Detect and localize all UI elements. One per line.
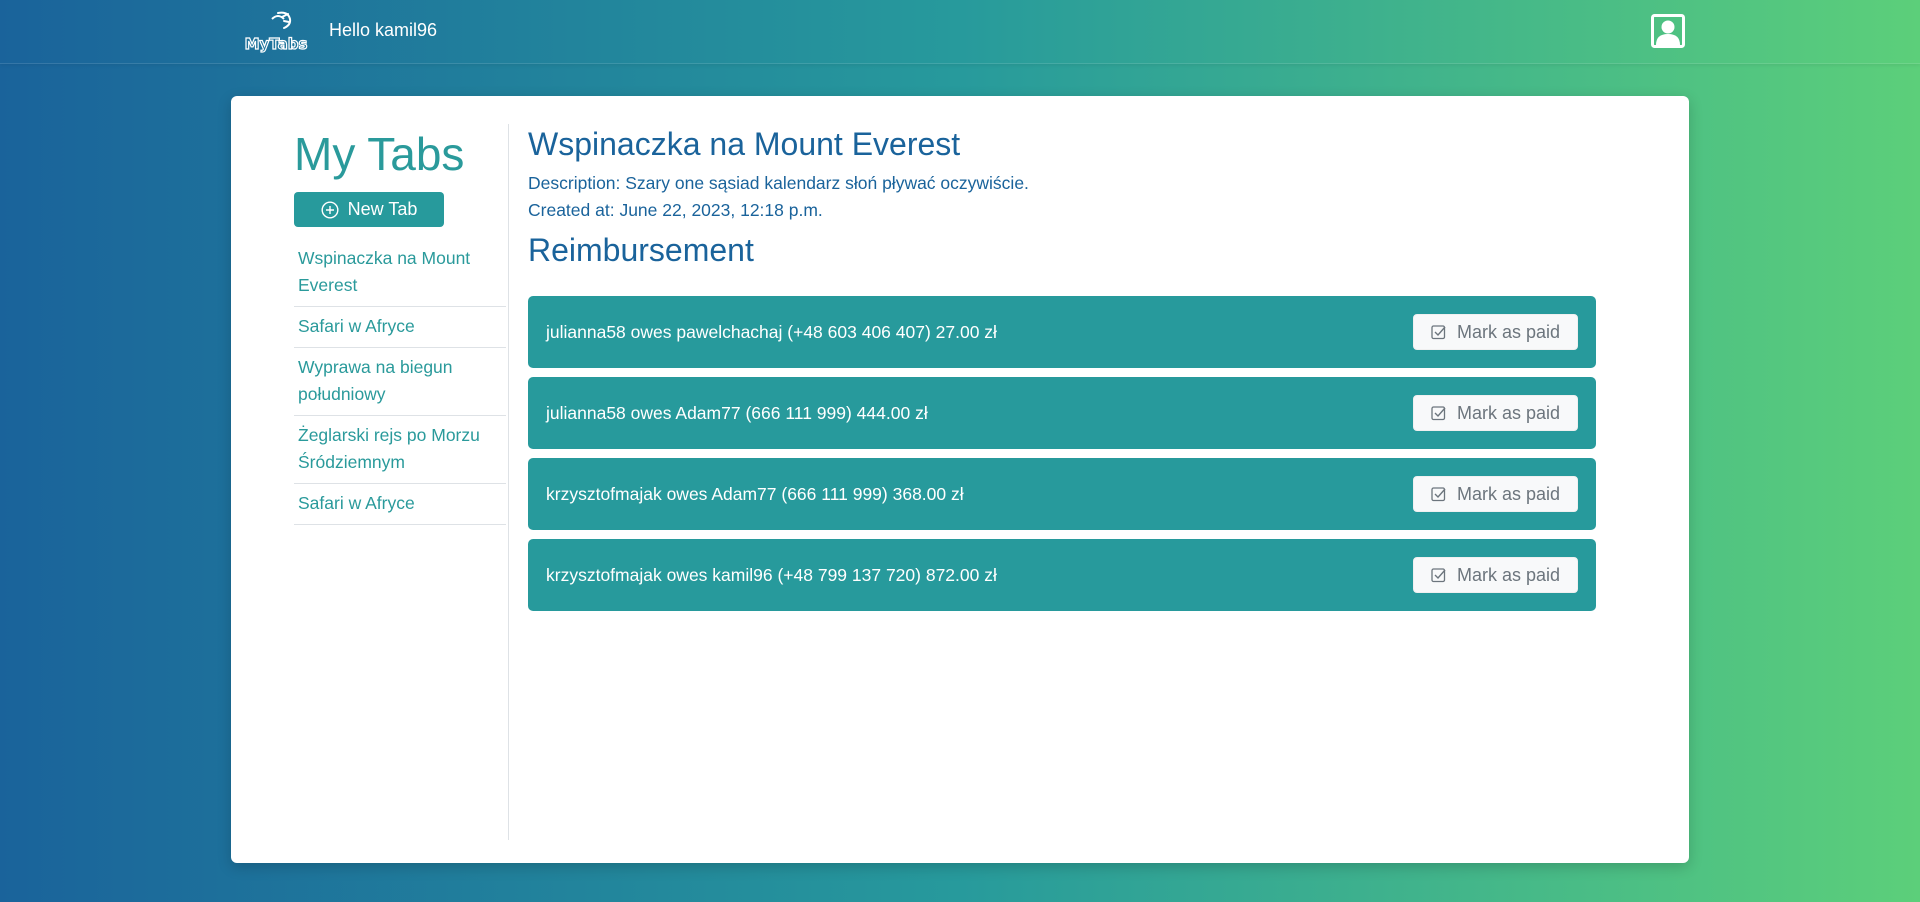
sidebar-title: My Tabs — [294, 128, 465, 180]
reimbursement-text: julianna58 owes pawelchachaj (+48 603 40… — [546, 321, 997, 342]
reimbursement-text: krzysztofmajak owes kamil96 (+48 799 137… — [546, 564, 997, 585]
sidebar-item-tab[interactable]: Wspinaczka na Mount Everest — [294, 239, 506, 307]
reimbursement-row: krzysztofmajak owes kamil96 (+48 799 137… — [528, 539, 1596, 611]
new-tab-button[interactable]: New Tab — [294, 192, 444, 227]
content-card: My Tabs New Tab Wspinaczka na Mount Ever… — [231, 96, 1689, 863]
tab-detail: Wspinaczka na Mount Everest Description:… — [528, 124, 1596, 620]
new-tab-label: New Tab — [347, 199, 418, 219]
mark-as-paid-label: Mark as paid — [1456, 483, 1561, 504]
top-navbar: MyTabs Hello kamil96 — [0, 0, 1920, 64]
sidebar-item-tab[interactable]: Safari w Afryce — [294, 484, 506, 525]
sidebar-item-tab[interactable]: Żeglarski rejs po Morzu Śródziemnym — [294, 416, 506, 484]
check-square-icon — [1431, 568, 1446, 583]
mark-as-paid-label: Mark as paid — [1456, 564, 1561, 585]
tab-created-at: Created at: June 22, 2023, 12:18 p.m. — [528, 200, 823, 220]
check-square-icon — [1431, 406, 1446, 421]
check-square-icon — [1431, 487, 1446, 502]
tab-list: Wspinaczka na Mount Everest Safari w Afr… — [294, 239, 506, 525]
reimbursement-row: krzysztofmajak owes Adam77 (666 111 999)… — [528, 458, 1596, 530]
mark-as-paid-label: Mark as paid — [1456, 321, 1561, 342]
check-square-icon — [1431, 325, 1446, 340]
tab-description: Description: Szary one sąsiad kalendarz … — [528, 173, 1029, 193]
user-profile-button[interactable] — [1651, 14, 1685, 48]
reimbursement-text: julianna58 owes Adam77 (666 111 999) 444… — [546, 402, 928, 423]
sidebar-item-tab[interactable]: Wyprawa na biegun południowy — [294, 348, 506, 416]
mark-as-paid-button[interactable]: Mark as paid — [1413, 395, 1578, 431]
mark-as-paid-button[interactable]: Mark as paid — [1413, 557, 1578, 593]
reimbursement-row: julianna58 owes pawelchachaj (+48 603 40… — [528, 296, 1596, 368]
reimbursement-list: julianna58 owes pawelchachaj (+48 603 40… — [528, 296, 1596, 611]
reimbursement-heading: Reimbursement — [528, 232, 754, 268]
reimbursement-row: julianna58 owes Adam77 (666 111 999) 444… — [528, 377, 1596, 449]
user-profile-icon — [1651, 14, 1685, 48]
mark-as-paid-button[interactable]: Mark as paid — [1413, 476, 1578, 512]
tab-title: Wspinaczka na Mount Everest — [528, 126, 961, 162]
plus-circle-icon — [321, 200, 339, 219]
logo-icon: MyTabs — [244, 11, 308, 54]
mytabs-logo[interactable]: MyTabs — [242, 9, 310, 55]
mark-as-paid-button[interactable]: Mark as paid — [1413, 314, 1578, 350]
vertical-divider — [508, 124, 509, 840]
sidebar-item-tab[interactable]: Safari w Afryce — [294, 307, 506, 348]
mark-as-paid-label: Mark as paid — [1456, 402, 1561, 423]
reimbursement-text: krzysztofmajak owes Adam77 (666 111 999)… — [546, 483, 964, 504]
greeting-text: Hello kamil96 — [329, 20, 438, 40]
logo-text: MyTabs — [245, 35, 308, 53]
sidebar: My Tabs New Tab Wspinaczka na Mount Ever… — [294, 124, 506, 525]
